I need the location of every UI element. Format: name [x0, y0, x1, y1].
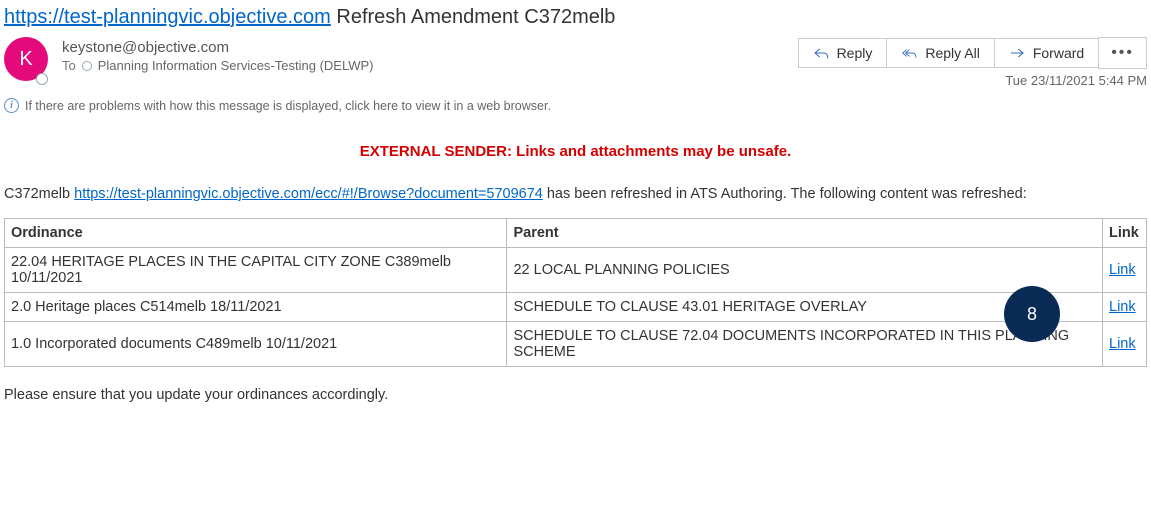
col-header-ordinance: Ordinance — [5, 219, 507, 248]
row-link[interactable]: Link — [1109, 262, 1136, 278]
forward-arrow-icon — [1009, 46, 1025, 60]
message-actions: Reply Reply All Forward ••• — [798, 37, 1147, 69]
reply-all-arrow-icon — [901, 46, 917, 60]
from-address[interactable]: keystone@objective.com — [62, 37, 788, 56]
reply-label: Reply — [837, 45, 873, 61]
view-in-browser-bar[interactable]: i If there are problems with how this me… — [4, 88, 1147, 125]
email-body-intro: C372melb https://test-planningvic.object… — [4, 184, 1147, 218]
reply-button[interactable]: Reply — [798, 38, 888, 68]
reply-arrow-icon — [813, 46, 829, 60]
email-timestamp: Tue 23/11/2021 5:44 PM — [798, 69, 1147, 88]
subject-link[interactable]: https://test-planningvic.objective.com — [4, 6, 331, 28]
annotation-callout: 8 — [1004, 286, 1060, 342]
forward-label: Forward — [1033, 45, 1084, 61]
more-actions-button[interactable]: ••• — [1098, 37, 1147, 69]
col-header-parent: Parent — [507, 219, 1103, 248]
body-prefix: C372melb — [4, 186, 74, 202]
to-label: To — [62, 58, 76, 73]
row-link[interactable]: Link — [1109, 336, 1136, 352]
subject-rest: Refresh Amendment C372melb — [331, 6, 616, 28]
ordinance-cell: 2.0 Heritage places C514melb 18/11/2021 — [5, 293, 507, 322]
body-suffix: has been refreshed in ATS Authoring. The… — [543, 186, 1027, 202]
row-link[interactable]: Link — [1109, 299, 1136, 315]
info-icon: i — [4, 98, 19, 113]
table-row: 1.0 Incorporated documents C489melb 10/1… — [5, 322, 1147, 367]
external-sender-warning: EXTERNAL SENDER: Links and attachments m… — [4, 125, 1147, 184]
info-bar-text: If there are problems with how this mess… — [25, 99, 551, 113]
recipient-presence-icon — [82, 61, 92, 71]
to-recipient[interactable]: Planning Information Services-Testing (D… — [98, 58, 374, 73]
avatar-initial: K — [19, 48, 32, 71]
col-header-link: Link — [1103, 219, 1147, 248]
table-row: 2.0 Heritage places C514melb 18/11/2021 … — [5, 293, 1147, 322]
body-document-link[interactable]: https://test-planningvic.objective.com/e… — [74, 186, 543, 202]
reply-all-button[interactable]: Reply All — [886, 38, 994, 68]
presence-indicator-icon — [36, 73, 48, 85]
email-subject: https://test-planningvic.objective.com R… — [4, 2, 1147, 37]
ordinance-cell: 1.0 Incorporated documents C489melb 10/1… — [5, 322, 507, 367]
reply-all-label: Reply All — [925, 45, 979, 61]
forward-button[interactable]: Forward — [994, 38, 1099, 68]
table-row: 22.04 HERITAGE PLACES IN THE CAPITAL CIT… — [5, 248, 1147, 293]
callout-number: 8 — [1027, 304, 1037, 325]
sender-avatar[interactable]: K — [4, 37, 52, 85]
parent-cell: 22 LOCAL PLANNING POLICIES — [507, 248, 1103, 293]
refreshed-content-table: Ordinance Parent Link 22.04 HERITAGE PLA… — [4, 218, 1147, 367]
footer-note: Please ensure that you update your ordin… — [4, 367, 1147, 403]
ordinance-cell: 22.04 HERITAGE PLACES IN THE CAPITAL CIT… — [5, 248, 507, 293]
